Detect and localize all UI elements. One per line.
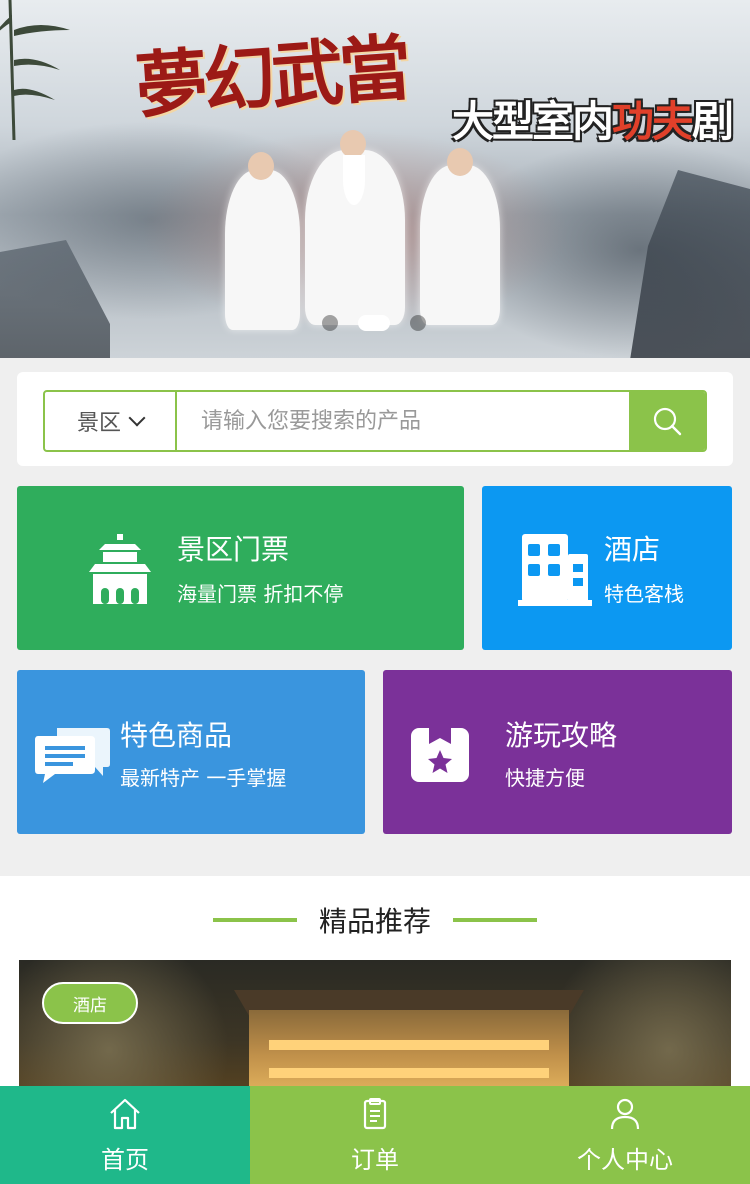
user-icon — [610, 1098, 640, 1130]
building-icon — [518, 534, 592, 606]
carousel-dot[interactable] — [322, 315, 338, 331]
search-input[interactable] — [183, 392, 631, 450]
search-card: 景区 — [17, 372, 733, 466]
tile-subtitle: 最新特产 一手掌握 — [120, 766, 287, 790]
tile-title: 特色商品 — [120, 719, 233, 752]
tile-subtitle: 快捷方便 — [505, 766, 585, 790]
tile-specialty-goods[interactable]: 特色商品 最新特产 一手掌握 — [17, 670, 365, 834]
tile-title: 酒店 — [604, 533, 661, 566]
promo-banner[interactable]: 夢幻武當 大型室内功夫剧 — [0, 0, 750, 358]
recommend-header: 精品推荐 — [0, 900, 750, 940]
category-label: 景区 — [76, 411, 121, 436]
performer-head — [248, 152, 274, 180]
tile-scenic-tickets[interactable]: 景区门票 海量门票 折扣不停 — [17, 486, 464, 650]
banner-subtitle: 大型室内功夫剧 — [452, 98, 734, 145]
bamboo-decoration — [0, 0, 70, 140]
performer-head — [340, 130, 366, 158]
tile-travel-guide[interactable]: 游玩攻略 快捷方便 — [383, 670, 732, 834]
search-bar: 景区 — [43, 390, 707, 452]
tile-subtitle: 特色客栈 — [604, 582, 684, 606]
nav-orders[interactable]: 订单 — [250, 1086, 500, 1184]
bottom-nav: 首页 订单 个人中心 — [0, 1086, 750, 1184]
nav-home[interactable]: 首页 — [0, 1086, 250, 1184]
banner-title: 夢幻武當 — [132, 24, 411, 129]
chevron-down-icon — [128, 409, 146, 427]
carousel-dot-active[interactable] — [358, 315, 390, 331]
performer-figure — [225, 170, 300, 330]
lit-window — [269, 1040, 549, 1050]
lit-window — [269, 1068, 549, 1078]
tile-title: 景区门票 — [177, 533, 290, 566]
clipboard-icon — [363, 1098, 387, 1130]
tile-hotel[interactable]: 酒店 特色客栈 — [482, 486, 732, 650]
performer-figure — [420, 165, 500, 325]
nav-label: 订单 — [351, 1146, 399, 1174]
tile-subtitle: 海量门票 折扣不停 — [177, 582, 344, 606]
chat-bubbles-icon — [35, 728, 110, 783]
category-select[interactable]: 景区 — [45, 392, 177, 450]
carousel-dots — [0, 313, 750, 333]
category-badge: 酒店 — [42, 982, 138, 1024]
performer-head — [447, 148, 473, 176]
divider-line — [453, 918, 537, 922]
recommend-title: 精品推荐 — [318, 905, 431, 938]
performer-beard — [343, 155, 365, 205]
pagoda-icon — [89, 534, 151, 604]
nav-label: 首页 — [101, 1146, 149, 1174]
search-button[interactable] — [629, 392, 705, 450]
tile-title: 游玩攻略 — [505, 719, 618, 752]
divider-line — [212, 918, 297, 922]
carousel-dot[interactable] — [410, 315, 426, 331]
home-icon — [110, 1098, 140, 1130]
search-icon — [653, 407, 682, 436]
bookmark-star-icon — [411, 724, 469, 782]
nav-profile[interactable]: 个人中心 — [500, 1086, 750, 1184]
nav-label: 个人中心 — [577, 1146, 673, 1174]
